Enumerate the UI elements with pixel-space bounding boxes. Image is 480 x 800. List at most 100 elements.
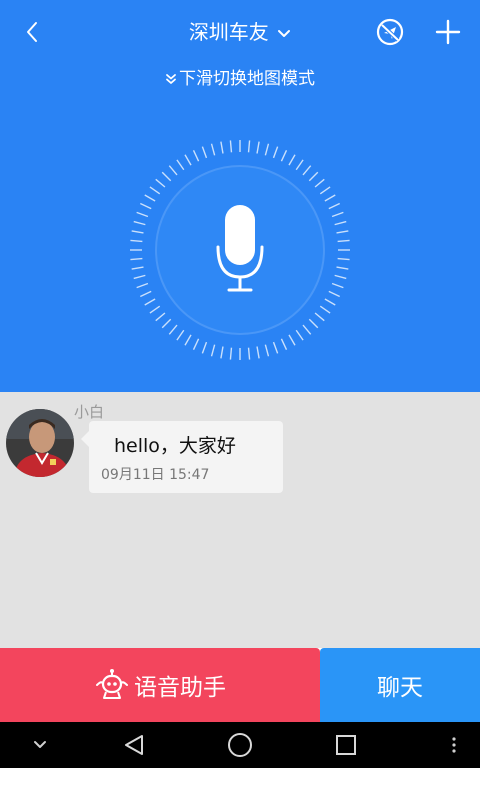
ring-tick [324,194,336,202]
chat-button[interactable]: 聊天 [320,648,480,722]
ring-tick [210,143,216,156]
sender-name: 小白 [74,403,105,421]
location-toggle-button[interactable] [372,14,408,50]
ring-tick [256,141,260,154]
hint-text: 下滑切换地图模式 [179,69,315,89]
ring-tick [192,150,200,162]
ring-tick [201,146,208,159]
ring-tick [133,220,146,226]
ring-tick [176,329,185,341]
voice-record-button[interactable] [125,135,355,365]
ring-tick [136,282,149,289]
message-bubble[interactable]: hello，大家好 09月11日 15:47 [81,421,283,493]
ring-tick [336,266,349,270]
ring-tick [314,178,325,188]
ring-tick [220,141,224,154]
ring-tick [328,290,340,298]
ring-tick [131,266,144,270]
ring-tick [168,324,178,335]
ring-tick [280,338,288,350]
ring-tick [324,298,336,306]
ring-tick [210,344,216,357]
ring-tick [337,239,350,243]
voice-assistant-button[interactable]: 语音助手 [0,648,320,722]
ring-tick [256,346,260,359]
ring-tick [133,274,146,280]
ring-tick [140,290,152,298]
robot-icon [94,668,130,702]
home-circle-icon [228,733,252,757]
switch-map-hint[interactable]: 下滑切换地图模式 [0,64,480,89]
ring-tick [247,347,251,360]
ring-tick [192,338,200,350]
ring-tick [319,186,331,195]
ring-tick [334,220,347,226]
ring-tick [264,344,270,357]
nav-collapse-button[interactable] [16,722,64,768]
ring-tick [288,334,296,346]
ring-tick [149,305,161,314]
ring-tick [272,146,279,159]
double-chevron-down-icon [166,74,176,84]
screen: 深圳车友 下滑切换地图模式 小白 hello，大家好 09月11日 15:47 … [0,0,480,800]
nav-back-button[interactable] [110,722,158,768]
nav-menu-button[interactable] [430,722,478,768]
chat-button-label: 聊天 [377,675,423,701]
chat-list[interactable]: 小白 hello，大家好 09月11日 15:47 [0,392,480,648]
voice-panel[interactable]: 深圳车友 下滑切换地图模式 [0,0,480,392]
ring-tick [229,140,233,153]
ring-tick [131,230,144,234]
ring-tick [337,257,350,261]
ring-tick [130,257,143,261]
recents-square-icon [336,735,356,755]
ring-tick [334,274,347,280]
more-vertical-icon [452,737,456,753]
ring-tick [144,194,156,202]
ring-tick [176,159,185,171]
ring-tick [229,347,233,360]
voice-ring [130,140,350,360]
ring-tick [308,171,319,182]
ring-tick [280,150,288,162]
ring-tick [308,318,319,329]
ring-tick [184,154,192,166]
ring-tick [161,171,172,182]
avatar-image [6,409,74,477]
voice-assistant-label: 语音助手 [134,675,226,701]
location-off-icon [376,18,404,46]
ring-tick [336,230,349,234]
top-actions [372,14,466,50]
ring-tick [272,341,279,354]
nav-recents-button[interactable] [322,722,370,768]
ring-tick [288,154,296,166]
ring-tick [168,165,178,176]
ring-tick [319,305,331,314]
ring-tick [184,334,192,346]
ring-tick [149,186,161,195]
ring-tick [144,298,156,306]
ring-tick [314,312,325,322]
ring-tick [155,312,166,322]
plus-icon [435,19,461,45]
page-title: 深圳车友 [188,20,269,44]
ring-tick [264,143,270,156]
ring-tick [140,202,152,210]
ring-tick [331,211,344,218]
avatar[interactable] [6,409,74,477]
top-bar: 深圳车友 [0,0,480,64]
ring-tick [328,202,340,210]
message-text: hello，大家好 [114,435,236,457]
ring-tick [295,329,304,341]
bottom-blank [0,768,480,800]
add-button[interactable] [430,14,466,50]
ring-tick [136,211,149,218]
message-time: 09月11日 15:47 [101,467,210,483]
chevron-down-icon [278,29,291,37]
chevron-down-icon [34,741,46,748]
nav-home-button[interactable] [216,722,264,768]
ring-tick [155,178,166,188]
ring-tick [295,159,304,171]
back-triangle-icon [125,735,143,755]
ring-tick [302,165,312,176]
ring-tick [201,341,208,354]
